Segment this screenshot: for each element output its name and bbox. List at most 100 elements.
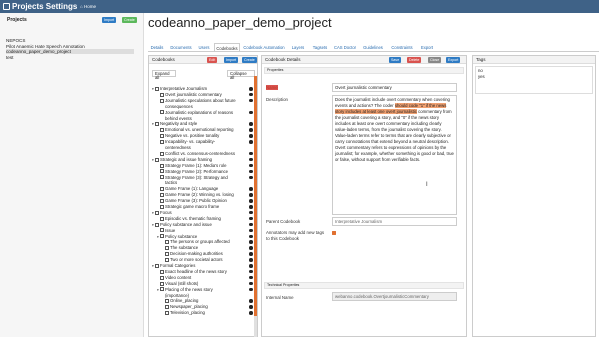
tree-node-checkbox[interactable] [160, 204, 164, 209]
home-link[interactable]: ⌂ Home [80, 4, 96, 9]
name-input[interactable]: Overt journalistic commentary [332, 83, 457, 92]
tree-node-checkbox[interactable] [155, 157, 159, 162]
collapse-all-button[interactable]: Collapse all [227, 70, 255, 80]
tree-node-checkbox[interactable] [155, 86, 159, 91]
node-action-icon[interactable] [249, 287, 253, 292]
node-action-icon[interactable] [249, 122, 253, 126]
close-button[interactable]: Close [428, 57, 442, 63]
tree-node[interactable]: Strategy Frame (2): Performance [157, 169, 253, 175]
node-action-icon[interactable] [249, 246, 253, 250]
expand-all-button[interactable]: Expand all [152, 70, 176, 80]
tree-node-checkbox[interactable] [160, 151, 164, 156]
node-action-icon[interactable] [249, 193, 253, 197]
node-action-icon[interactable] [249, 210, 253, 215]
node-action-icon[interactable] [249, 187, 253, 191]
node-action-icon[interactable] [249, 169, 253, 174]
tree-node[interactable]: Strategic game macro frame [157, 204, 253, 210]
tree-node[interactable]: ▾ Formal Categories [152, 263, 253, 269]
tree-node[interactable]: The persons or groups affected [162, 239, 253, 245]
node-action-icon[interactable] [249, 92, 253, 97]
tree-node-checkbox[interactable] [160, 175, 164, 180]
tree-node[interactable]: consequences [157, 104, 193, 110]
tree-node[interactable]: ▾ Strategic and issue framing [152, 157, 253, 163]
project-item[interactable]: test [6, 55, 13, 60]
tree-node-checkbox[interactable] [160, 92, 164, 97]
tree-node-checkbox[interactable] [165, 305, 169, 310]
tree-node-checkbox[interactable] [160, 169, 164, 174]
tree-node[interactable]: Game Frame (2): Winning vs. losing [157, 192, 253, 198]
tree-node-checkbox[interactable] [165, 240, 169, 245]
tree-node[interactable]: Episodic vs. thematic framing [157, 216, 253, 222]
create-codebook-button[interactable]: Create [242, 57, 257, 63]
node-action-icon[interactable] [249, 311, 253, 315]
tree-node-checkbox[interactable] [160, 269, 164, 274]
tree-node-checkbox[interactable] [165, 311, 169, 316]
node-action-icon[interactable] [249, 275, 253, 280]
tree-node-checkbox[interactable] [160, 128, 164, 133]
node-action-icon[interactable] [249, 163, 253, 168]
tree-node-checkbox[interactable] [160, 198, 164, 203]
save-button[interactable]: Save [389, 57, 402, 63]
project-item[interactable]: NEPOCS [6, 38, 25, 43]
tree-node[interactable]: Video content [157, 275, 253, 281]
node-action-icon[interactable] [249, 252, 253, 256]
node-action-icon[interactable] [249, 216, 253, 221]
tree-node-checkbox[interactable] [160, 234, 164, 239]
node-action-icon[interactable] [249, 140, 253, 144]
project-item[interactable]: codeanno_paper_demo_project [6, 49, 134, 54]
tree-node-checkbox[interactable] [160, 275, 164, 280]
project-item[interactable]: Pilot Anaemic Hate Speech Annotation [6, 44, 85, 49]
tree-node[interactable]: Negative vs. positive tonality [157, 133, 253, 139]
tree-node-checkbox[interactable] [160, 281, 164, 286]
tree-node[interactable]: Journalistic speculations about future [157, 98, 253, 104]
tree-node[interactable]: Visual (still shots) [157, 281, 253, 287]
tree-node[interactable]: tactics [157, 180, 177, 186]
tree-node[interactable]: Newspaper_placing [162, 304, 253, 310]
tree-node-checkbox[interactable] [165, 252, 169, 257]
node-action-icon[interactable] [249, 222, 253, 227]
node-action-icon[interactable] [249, 128, 253, 132]
tree-node[interactable]: Issue [157, 228, 253, 234]
import-project-button[interactable]: Import [102, 17, 117, 23]
tree-node[interactable]: ▾ Placing of the news story [157, 287, 253, 293]
node-action-icon[interactable] [249, 87, 253, 91]
node-action-icon[interactable] [249, 175, 253, 180]
annotators-may-add-checkbox[interactable] [332, 231, 336, 235]
tree-node[interactable]: Decision-making authorities [162, 251, 253, 257]
tree-node-checkbox[interactable] [155, 222, 159, 227]
tag-item[interactable]: no [476, 67, 592, 74]
node-action-icon[interactable] [249, 269, 253, 274]
tree-node-checkbox[interactable] [160, 193, 164, 198]
tree-node[interactable]: ▾ Negativity and style [152, 121, 253, 127]
tree-node-checkbox[interactable] [160, 228, 164, 233]
node-action-icon[interactable] [249, 228, 253, 233]
node-action-icon[interactable] [249, 305, 253, 309]
description-textarea[interactable]: Does the journalist include overt commen… [332, 95, 457, 215]
edit-codebook-button[interactable]: Edit [207, 57, 218, 63]
tree-node[interactable]: Conflict vs. consensus-centeredness [157, 151, 253, 157]
tree-node[interactable]: ▾ Focus [152, 210, 253, 216]
tree-node[interactable]: Strategy Frame (3): Strategy and [157, 175, 253, 181]
tree-node-checkbox[interactable] [155, 122, 159, 127]
tree-node-checkbox[interactable] [160, 287, 164, 292]
tree-node-checkbox[interactable] [155, 263, 159, 268]
tree-scrollbar-thumb[interactable] [254, 76, 257, 316]
node-action-icon[interactable] [249, 240, 253, 244]
tree-node[interactable]: ▾ Policy substance [157, 234, 253, 240]
tree-node[interactable]: Strategy Frame (1): Media's role [157, 163, 253, 169]
tags-list[interactable]: no yes [475, 66, 593, 94]
tree-node-checkbox[interactable] [160, 139, 164, 144]
tree-scrollbar[interactable] [254, 76, 257, 337]
node-action-icon[interactable] [249, 199, 253, 203]
delete-button[interactable]: Delete [407, 57, 422, 63]
tree-node[interactable]: behind events [157, 116, 192, 122]
tree-node[interactable]: Game Frame (3): Public Opinion [157, 198, 253, 204]
tree-node[interactable]: centeredness [157, 145, 191, 151]
node-action-icon[interactable] [249, 151, 253, 156]
node-action-icon[interactable] [249, 98, 253, 103]
tree-node[interactable]: Emotional vs. unemotional reporting [157, 127, 253, 133]
tree-node-checkbox[interactable] [160, 163, 164, 168]
parent-codebook-select[interactable]: Interpretative Journalism [332, 217, 457, 226]
tree-node[interactable]: Overt journalistic commentary [157, 92, 253, 98]
tree-node[interactable]: Two or more societal actors [162, 257, 253, 263]
